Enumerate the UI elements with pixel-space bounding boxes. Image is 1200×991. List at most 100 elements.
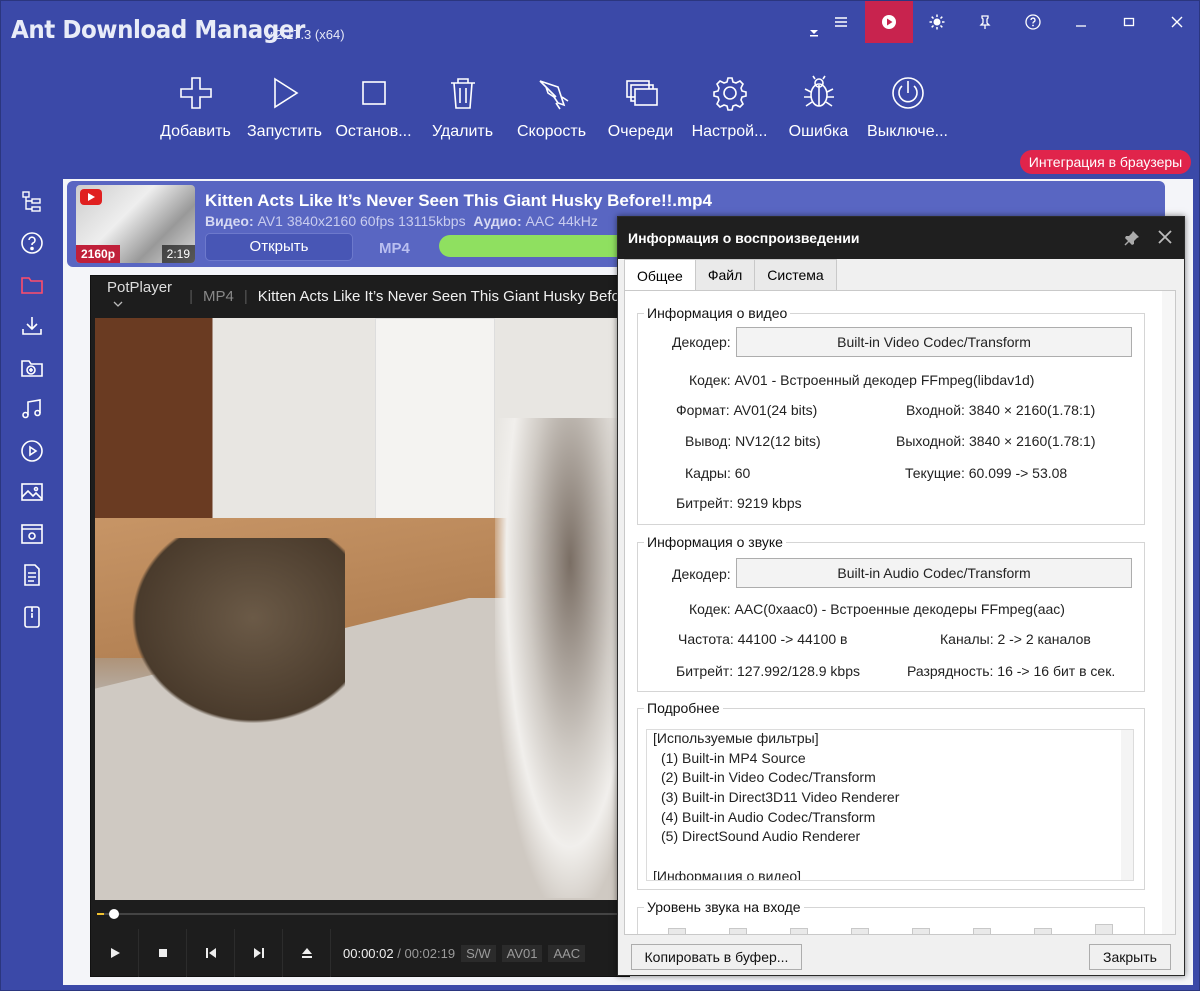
stop-button[interactable]: Останов...: [329, 71, 418, 141]
music-icon[interactable]: [1, 389, 63, 431]
minimize-icon[interactable]: [1057, 1, 1105, 43]
audio-bitrate: Битрейт: 127.992/128.9 kbps: [676, 663, 860, 679]
video-husky: [495, 418, 629, 898]
folder-icon[interactable]: [1, 264, 63, 306]
stop-icon[interactable]: [139, 929, 187, 977]
details-group: Подробнее [Используемые фильтры] (1) Bui…: [637, 700, 1145, 890]
document-icon[interactable]: [1, 555, 63, 597]
scrollbar[interactable]: [1162, 291, 1175, 934]
audio-codec-tag[interactable]: AAC: [548, 944, 586, 962]
level-meter: [973, 928, 991, 934]
browser-integration-button[interactable]: Интеграция в браузеры: [1020, 150, 1191, 174]
queues-label: Очереди: [607, 123, 674, 140]
speed-button[interactable]: Скорость: [507, 71, 596, 141]
app-title: Ant Download Manager: [11, 15, 305, 44]
delete-button[interactable]: Удалить: [418, 71, 507, 141]
video-circle-icon[interactable]: [1, 430, 63, 472]
video-decoder-button[interactable]: Built-in Video Codec/Transform: [736, 327, 1132, 357]
add-folder-icon[interactable]: [1, 347, 63, 389]
video-codec-tag[interactable]: AV01: [501, 944, 543, 962]
eject-icon[interactable]: [283, 929, 331, 977]
tree-icon[interactable]: [1, 181, 63, 223]
video-play-icon[interactable]: [865, 1, 913, 43]
time-display: 00:00:02 / 00:02:19: [343, 946, 455, 961]
video-label: Видео:: [205, 213, 254, 229]
details-line: (1) Built-in MP4 Source: [661, 749, 806, 766]
seek-knob[interactable]: [109, 909, 120, 919]
details-textbox[interactable]: [Используемые фильтры] (1) Built-in MP4 …: [646, 729, 1134, 881]
add-label: Добавить: [160, 123, 231, 140]
audio-decoder-label: Декодер:: [672, 566, 731, 582]
time-current: 00:00:02: [343, 945, 394, 961]
details-line: (5) DirectSound Audio Renderer: [661, 828, 861, 845]
shutdown-button[interactable]: Выключе...: [863, 71, 952, 141]
audio-info: AAC 44kHz: [525, 213, 598, 229]
details-line: (4) Built-in Audio Codec/Transform: [661, 808, 876, 825]
level-meter: [1095, 924, 1113, 934]
open-button[interactable]: Открыть: [205, 233, 353, 261]
start-button[interactable]: Запустить: [240, 71, 329, 141]
app-settings-icon[interactable]: [1, 513, 63, 555]
start-label: Запустить: [247, 123, 322, 140]
download-icon[interactable]: [1, 306, 63, 348]
potplayer-filename: Kitten Acts Like It’s Never Seen This Gi…: [257, 287, 629, 305]
theme-sun-icon[interactable]: [913, 1, 961, 43]
video-bitrate: Битрейт: 9219 kbps: [676, 495, 802, 511]
video-decoder-label: Декодер:: [672, 334, 731, 350]
potplayer-logo: PotPlayer: [107, 279, 173, 296]
app-version: v.2.17.3 (x64): [266, 27, 345, 42]
close-icon[interactable]: [1156, 228, 1174, 246]
close-icon[interactable]: [1153, 1, 1200, 43]
queues-button[interactable]: Очереди: [596, 71, 685, 141]
audio-decoder-button[interactable]: Built-in Audio Codec/Transform: [736, 558, 1132, 588]
audio-info-group: Информация о звуке Декодер: Built-in Aud…: [637, 534, 1145, 692]
help-circle-icon[interactable]: [1, 223, 63, 265]
maximize-icon[interactable]: [1105, 1, 1153, 43]
rocket-icon: [507, 71, 596, 115]
divider: |: [243, 287, 248, 305]
level-meter: [790, 928, 808, 934]
progress-fill: [439, 235, 629, 257]
dialog-title-bar: Информация о воспроизведении: [618, 217, 1184, 259]
video-frame[interactable]: [95, 318, 629, 900]
pin-icon[interactable]: [1124, 230, 1140, 246]
video-info-title: Информация о видео: [644, 305, 791, 321]
divider: |: [189, 287, 194, 305]
play-icon[interactable]: [91, 929, 139, 977]
settings-button[interactable]: Настрой...: [685, 71, 774, 141]
audio-codec: Кодек: AAC(0xaac0) - Встроенные декодеры…: [689, 601, 1065, 617]
tab-system[interactable]: Система: [754, 259, 837, 291]
previous-icon[interactable]: [187, 929, 235, 977]
seek-bar[interactable]: [97, 908, 617, 920]
pin-icon[interactable]: [961, 1, 1009, 43]
decoder-tag[interactable]: S/W: [461, 944, 496, 962]
bug-icon: [774, 71, 863, 115]
queue-icon: [596, 71, 685, 115]
video-output: Вывод: NV12(12 bits): [685, 433, 821, 449]
stop-label: Останов...: [335, 123, 412, 140]
download-progress: [439, 235, 629, 257]
next-icon[interactable]: [235, 929, 283, 977]
add-button[interactable]: Добавить: [151, 71, 240, 141]
general-panel: Информация о видео Декодер: Built-in Vid…: [624, 290, 1176, 935]
close-button[interactable]: Закрыть: [1089, 944, 1171, 970]
level-meter: [668, 928, 686, 934]
menu-icon[interactable]: [817, 1, 865, 43]
audio-info-title: Информация о звуке: [644, 534, 786, 550]
potplayer-menu[interactable]: PotPlayer: [107, 279, 179, 313]
tab-general[interactable]: Общее: [624, 259, 696, 291]
image-icon[interactable]: [1, 472, 63, 514]
details-line: (2) Built-in Video Codec/Transform: [661, 769, 876, 786]
error-button[interactable]: Ошибка: [774, 71, 863, 141]
dialog-title: Информация о воспроизведении: [628, 230, 860, 246]
level-meter: [1034, 928, 1052, 934]
resolution-badge: 2160p: [76, 245, 121, 263]
stop-icon: [329, 71, 418, 115]
archive-icon[interactable]: [1, 596, 63, 638]
copy-to-clipboard-button[interactable]: Копировать в буфер...: [631, 944, 802, 970]
time-total: / 00:02:19: [397, 945, 456, 961]
tab-file[interactable]: Файл: [694, 259, 756, 291]
help-icon[interactable]: [1009, 1, 1057, 43]
video-codec: Кодек: AV01 - Встроенный декодер FFmpeg(…: [689, 372, 1035, 388]
details-scrollbar[interactable]: [1121, 730, 1133, 880]
